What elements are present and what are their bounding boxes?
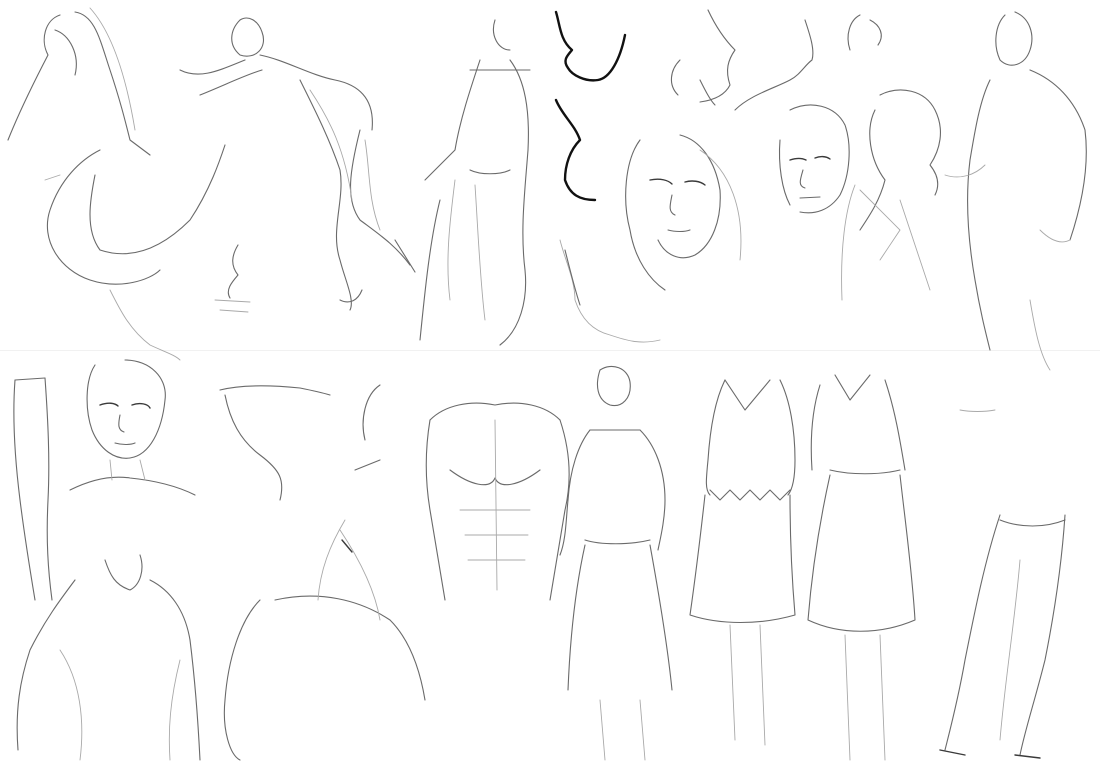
- young-man-portrait: [69, 359, 196, 496]
- curly-hair-woman-profile: [841, 89, 941, 301]
- sketch-sheet: [0, 0, 1100, 763]
- sad-woman-face: [625, 134, 742, 291]
- legs-figure-bottom-right: [939, 409, 1066, 759]
- leaping-figure: [179, 17, 416, 311]
- acrobat-upside-down-figure: [7, 7, 226, 361]
- t-shirt-torso: [16, 554, 201, 761]
- arm-study-left: [13, 377, 53, 601]
- dress-figure-left: [689, 379, 796, 746]
- sketch-canvas: [7, 7, 1087, 761]
- raised-arm-figure: [219, 385, 426, 761]
- ink-profile-faces: [554, 10, 627, 202]
- bald-man-face: [778, 104, 850, 214]
- muscular-male-torso: [354, 384, 570, 601]
- tall-standing-figure-right: [944, 11, 1087, 371]
- woman-in-skirt-figure: [559, 365, 673, 761]
- standing-torso-figure: [419, 19, 531, 346]
- dress-figure-right: [807, 374, 916, 761]
- profile-heads-cluster: [559, 9, 882, 343]
- small-nose-profile-sketch: [214, 244, 251, 313]
